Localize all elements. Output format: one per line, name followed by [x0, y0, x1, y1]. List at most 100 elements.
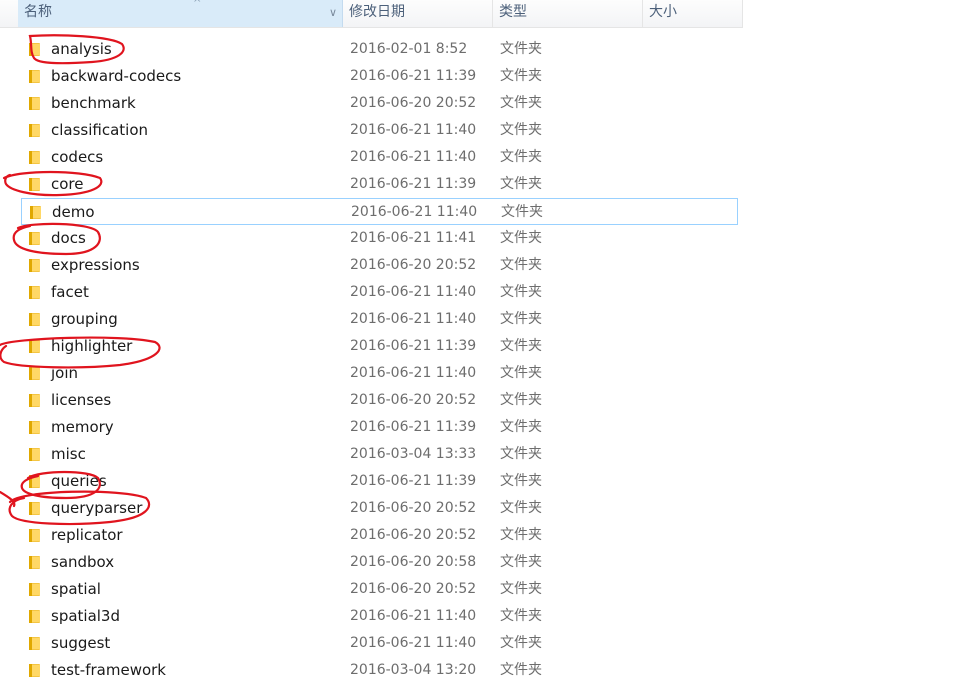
- file-row-codecs[interactable]: codecs 2016-06-21 11:40 文件夹: [21, 144, 738, 171]
- column-header-name-label: 名称: [24, 4, 52, 20]
- file-row-spatial[interactable]: spatial 2016-06-20 20:52 文件夹: [21, 576, 738, 603]
- folder-icon: [29, 258, 40, 272]
- file-modified-date: 2016-06-21 11:39: [350, 68, 477, 84]
- file-name[interactable]: classification: [51, 120, 148, 140]
- file-name[interactable]: backward-codecs: [51, 66, 181, 86]
- file-modified-date: 2016-03-04 13:33: [350, 446, 477, 462]
- file-type: 文件夹: [501, 204, 543, 220]
- file-modified-date: 2016-06-21 11:41: [350, 230, 477, 246]
- file-row-misc[interactable]: misc 2016-03-04 13:33 文件夹: [21, 441, 738, 468]
- file-type: 文件夹: [500, 338, 542, 354]
- file-name[interactable]: queryparser: [51, 498, 142, 518]
- file-name[interactable]: analysis: [51, 39, 112, 59]
- folder-icon: [29, 123, 40, 137]
- file-name[interactable]: test-framework: [51, 660, 166, 680]
- file-type: 文件夹: [500, 284, 542, 300]
- file-name[interactable]: codecs: [51, 147, 103, 167]
- file-name[interactable]: expressions: [51, 255, 140, 275]
- file-name[interactable]: join: [51, 363, 78, 383]
- file-type: 文件夹: [500, 230, 542, 246]
- folder-icon: [29, 285, 40, 299]
- file-row-highlighter[interactable]: highlighter 2016-06-21 11:39 文件夹: [21, 333, 738, 360]
- file-type: 文件夹: [500, 500, 542, 516]
- file-name[interactable]: benchmark: [51, 93, 136, 113]
- file-modified-date: 2016-06-20 20:52: [350, 527, 477, 543]
- file-modified-date: 2016-06-21 11:40: [350, 284, 477, 300]
- column-header-type[interactable]: 类型: [493, 0, 643, 27]
- file-row-grouping[interactable]: grouping 2016-06-21 11:40 文件夹: [21, 306, 738, 333]
- file-row-docs[interactable]: docs 2016-06-21 11:41 文件夹: [21, 225, 738, 252]
- file-type: 文件夹: [500, 41, 542, 57]
- column-header-name[interactable]: 名称 ^ ∨: [18, 0, 343, 27]
- file-row-join[interactable]: join 2016-06-21 11:40 文件夹: [21, 360, 738, 387]
- file-name[interactable]: core: [51, 174, 84, 194]
- file-modified-date: 2016-06-21 11:39: [350, 419, 477, 435]
- file-modified-date: 2016-06-20 20:52: [350, 392, 477, 408]
- folder-icon: [30, 205, 41, 219]
- file-modified-date: 2016-06-21 11:40: [350, 122, 477, 138]
- file-name[interactable]: spatial3d: [51, 606, 120, 626]
- file-row-test-framework[interactable]: test-framework 2016-03-04 13:20 文件夹: [21, 657, 738, 684]
- file-row-analysis[interactable]: analysis 2016-02-01 8:52 文件夹: [21, 36, 738, 63]
- folder-icon: [29, 582, 40, 596]
- file-name[interactable]: docs: [51, 228, 86, 248]
- file-type: 文件夹: [500, 257, 542, 273]
- folder-icon: [29, 393, 40, 407]
- file-row-demo[interactable]: demo 2016-06-21 11:40 文件夹: [21, 198, 738, 225]
- file-name[interactable]: highlighter: [51, 336, 132, 356]
- file-row-classification[interactable]: classification 2016-06-21 11:40 文件夹: [21, 117, 738, 144]
- folder-icon: [29, 528, 40, 542]
- file-row-benchmark[interactable]: benchmark 2016-06-20 20:52 文件夹: [21, 90, 738, 117]
- file-name[interactable]: replicator: [51, 525, 123, 545]
- folder-icon: [29, 231, 40, 245]
- file-row-queries[interactable]: queries 2016-06-21 11:39 文件夹: [21, 468, 738, 495]
- column-header-size[interactable]: 大小: [643, 0, 743, 27]
- file-row-expressions[interactable]: expressions 2016-06-20 20:52 文件夹: [21, 252, 738, 279]
- file-name[interactable]: memory: [51, 417, 114, 437]
- file-name[interactable]: spatial: [51, 579, 101, 599]
- folder-icon: [29, 69, 40, 83]
- file-row-facet[interactable]: facet 2016-06-21 11:40 文件夹: [21, 279, 738, 306]
- file-row-backward-codecs[interactable]: backward-codecs 2016-06-21 11:39 文件夹: [21, 63, 738, 90]
- file-modified-date: 2016-06-20 20:58: [350, 554, 477, 570]
- file-name[interactable]: facet: [51, 282, 89, 302]
- file-row-queryparser[interactable]: queryparser 2016-06-20 20:52 文件夹: [21, 495, 738, 522]
- file-modified-date: 2016-06-20 20:52: [350, 500, 477, 516]
- folder-icon: [29, 42, 40, 56]
- file-modified-date: 2016-02-01 8:52: [350, 41, 468, 57]
- folder-icon: [29, 636, 40, 650]
- folder-icon: [29, 366, 40, 380]
- file-modified-date: 2016-06-21 11:40: [350, 311, 477, 327]
- column-header-date[interactable]: 修改日期: [343, 0, 493, 27]
- file-type: 文件夹: [500, 311, 542, 327]
- file-row-licenses[interactable]: licenses 2016-06-20 20:52 文件夹: [21, 387, 738, 414]
- file-type: 文件夹: [500, 581, 542, 597]
- file-name[interactable]: misc: [51, 444, 86, 464]
- file-row-suggest[interactable]: suggest 2016-06-21 11:40 文件夹: [21, 630, 738, 657]
- file-row-memory[interactable]: memory 2016-06-21 11:39 文件夹: [21, 414, 738, 441]
- file-name[interactable]: licenses: [51, 390, 111, 410]
- file-name[interactable]: demo: [52, 202, 95, 222]
- chevron-down-icon[interactable]: ∨: [329, 0, 337, 25]
- file-modified-date: 2016-06-20 20:52: [350, 257, 477, 273]
- file-row-replicator[interactable]: replicator 2016-06-20 20:52 文件夹: [21, 522, 738, 549]
- file-modified-date: 2016-06-21 11:39: [350, 473, 477, 489]
- file-type: 文件夹: [500, 635, 542, 651]
- file-type: 文件夹: [500, 392, 542, 408]
- folder-icon: [29, 609, 40, 623]
- file-modified-date: 2016-06-21 11:39: [350, 176, 477, 192]
- file-name[interactable]: queries: [51, 471, 107, 491]
- folder-icon: [29, 501, 40, 515]
- file-modified-date: 2016-03-04 13:20: [350, 662, 477, 678]
- file-name[interactable]: grouping: [51, 309, 118, 329]
- file-modified-date: 2016-06-21 11:40: [351, 204, 478, 220]
- column-header-type-label: 类型: [499, 4, 527, 20]
- file-type: 文件夹: [500, 95, 542, 111]
- file-row-core[interactable]: core 2016-06-21 11:39 文件夹: [21, 171, 738, 198]
- file-row-sandbox[interactable]: sandbox 2016-06-20 20:58 文件夹: [21, 549, 738, 576]
- file-name[interactable]: suggest: [51, 633, 110, 653]
- file-row-spatial3d[interactable]: spatial3d 2016-06-21 11:40 文件夹: [21, 603, 738, 630]
- file-name[interactable]: sandbox: [51, 552, 114, 572]
- file-type: 文件夹: [500, 149, 542, 165]
- column-header-size-label: 大小: [649, 4, 677, 20]
